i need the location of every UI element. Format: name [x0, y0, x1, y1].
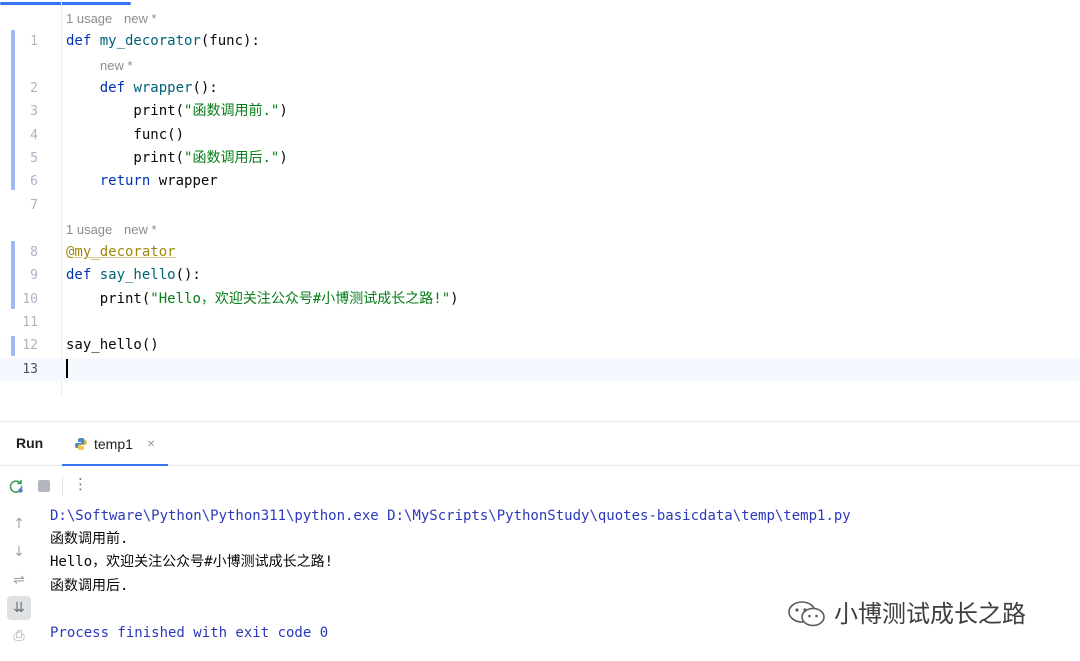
- code-token: "函数调用后.": [184, 150, 280, 166]
- code-token: "函数调用前.": [184, 103, 280, 119]
- code-token: my_decorator: [99, 33, 201, 49]
- code-token: print(: [66, 103, 185, 119]
- code-token: ():: [175, 267, 201, 283]
- soft-wrap-icon[interactable]: ⇌: [7, 568, 31, 592]
- code-token: def: [66, 33, 100, 49]
- author-hint[interactable]: new *: [100, 54, 133, 77]
- code-text[interactable]: print("函数调用后."): [66, 147, 288, 170]
- console-output-line: 函数调用前.: [50, 531, 129, 547]
- rerun-icon[interactable]: [8, 478, 24, 494]
- wechat-icon: [788, 601, 825, 627]
- code-text[interactable]: print("函数调用前."): [66, 100, 288, 123]
- usage-hint[interactable]: 1 usage: [66, 7, 112, 30]
- code-line[interactable]: 5 print("函数调用后."): [0, 147, 1080, 170]
- console-exit-message: Process finished with exit code 0: [50, 625, 329, 641]
- code-token: def: [66, 267, 100, 283]
- run-tab-bar: Run temp1 ×: [0, 422, 1080, 466]
- code-line[interactable]: 10 print("Hello，欢迎关注公众号#小博测试成长之路!"): [0, 288, 1080, 311]
- code-line[interactable]: 2 def wrapper():: [0, 77, 1080, 100]
- up-arrow-icon[interactable]: ↑: [7, 512, 31, 536]
- line-number[interactable]: 9: [0, 264, 38, 287]
- console-output-line: Hello，欢迎关注公众号#小博测试成长之路!: [50, 554, 333, 570]
- console-command-line: D:\Software\Python\Python311\python.exe …: [50, 508, 851, 524]
- code-token: wrapper: [158, 173, 218, 189]
- code-text[interactable]: say_hello(): [66, 334, 159, 357]
- console-output-line: 函数调用后.: [50, 578, 129, 594]
- code-text[interactable]: @my_decorator: [66, 241, 176, 264]
- code-token: ): [279, 103, 288, 119]
- code-token: @my_decorator: [66, 244, 176, 260]
- scroll-to-end-icon[interactable]: ⇊: [7, 596, 31, 620]
- line-number[interactable]: 7: [0, 194, 38, 217]
- line-number[interactable]: 6: [0, 170, 38, 193]
- code-token: say_hello: [99, 267, 176, 283]
- code-token: wrapper: [133, 80, 193, 96]
- run-toolbar: ⋮: [0, 466, 1080, 506]
- code-token: ():: [192, 80, 218, 96]
- line-number[interactable]: 12: [0, 334, 38, 357]
- code-line[interactable]: 6 return wrapper: [0, 170, 1080, 193]
- tab-label: temp1: [94, 436, 133, 452]
- python-icon: [75, 438, 87, 450]
- watermark-text: 小博测试成长之路: [834, 600, 1026, 628]
- line-number[interactable]: 2: [0, 77, 38, 100]
- down-arrow-icon[interactable]: ↓: [7, 540, 31, 564]
- tab-temp1[interactable]: temp1 ×: [62, 422, 168, 466]
- author-hint[interactable]: new *: [124, 7, 157, 30]
- code-line[interactable]: 11: [0, 311, 1080, 334]
- usage-hint[interactable]: 1 usage: [66, 218, 112, 241]
- console-output[interactable]: D:\Software\Python\Python311\python.exe …: [50, 506, 1070, 661]
- code-token: ): [279, 150, 288, 166]
- code-text[interactable]: print("Hello，欢迎关注公众号#小博测试成长之路!"): [66, 288, 459, 311]
- run-panel-title: Run: [16, 435, 44, 451]
- line-number[interactable]: 4: [0, 124, 38, 147]
- code-line[interactable]: 8 @my_decorator: [0, 241, 1080, 264]
- code-line[interactable]: 1 def my_decorator(func):: [0, 30, 1080, 53]
- code-text[interactable]: func(): [66, 124, 184, 147]
- code-line[interactable]: 4 func(): [0, 124, 1080, 147]
- code-token: print(: [66, 291, 151, 307]
- more-options-icon[interactable]: ⋮: [73, 475, 88, 493]
- line-number[interactable]: 13: [0, 358, 38, 381]
- code-token: ): [450, 291, 459, 307]
- code-token: func(): [66, 127, 185, 143]
- code-text[interactable]: return wrapper: [66, 170, 218, 193]
- code-token: say_hello(): [66, 337, 159, 353]
- code-token: print(: [66, 150, 185, 166]
- code-token: "Hello，欢迎关注公众号#小博测试成长之路!": [150, 291, 451, 307]
- code-line[interactable]: 12 say_hello(): [0, 334, 1080, 357]
- code-line[interactable]: 9 def say_hello():: [0, 264, 1080, 287]
- code-line[interactable]: 13: [0, 358, 1080, 381]
- code-text[interactable]: def my_decorator(func):: [66, 30, 260, 53]
- code-text[interactable]: def wrapper():: [66, 77, 218, 100]
- code-line[interactable]: 7: [0, 194, 1080, 217]
- line-number[interactable]: 3: [0, 100, 38, 123]
- code-token: return: [99, 173, 159, 189]
- line-number[interactable]: 5: [0, 147, 38, 170]
- toolbar-divider: [62, 477, 63, 495]
- print-icon[interactable]: ⎙: [7, 624, 31, 648]
- text-caret: [66, 359, 68, 378]
- code-token: def: [99, 80, 134, 96]
- code-line[interactable]: 3 print("函数调用前."): [0, 100, 1080, 123]
- code-editor[interactable]: 1 usage new * new * 1 usage new * 1 def m…: [0, 0, 1080, 396]
- code-text[interactable]: def say_hello():: [66, 264, 201, 287]
- code-token: (func):: [200, 33, 260, 49]
- author-hint[interactable]: new *: [124, 218, 157, 241]
- console-side-toolbar: ↑ ↓ ⇌ ⇊ ⎙: [0, 506, 38, 661]
- line-number[interactable]: 10: [0, 288, 38, 311]
- line-number[interactable]: 11: [0, 311, 38, 334]
- line-number[interactable]: 1: [0, 30, 38, 53]
- line-number[interactable]: 8: [0, 241, 38, 264]
- stop-icon[interactable]: [38, 480, 50, 492]
- close-icon[interactable]: ×: [147, 435, 155, 451]
